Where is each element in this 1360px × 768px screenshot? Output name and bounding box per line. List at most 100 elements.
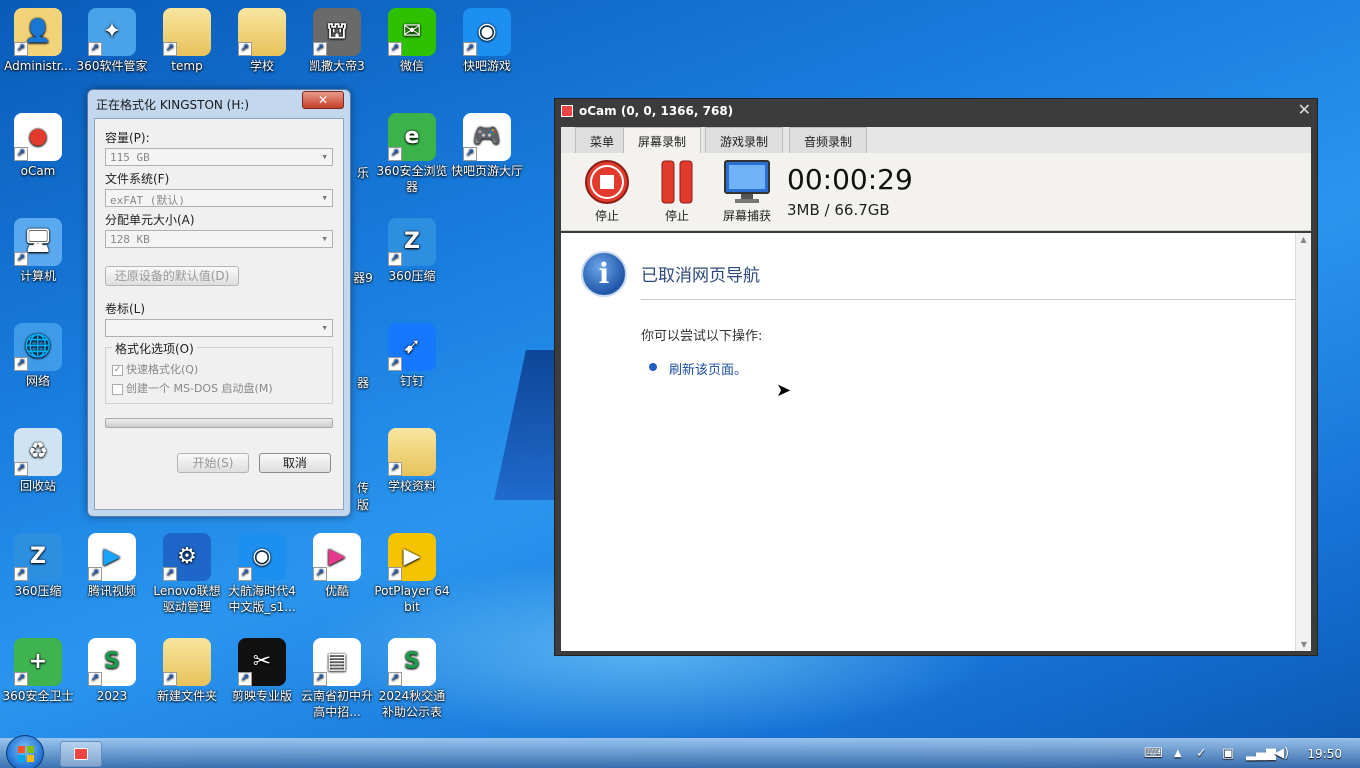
computer-icon: 🖥 ↗: [14, 218, 62, 266]
shortcut-arrow-icon: ↗: [14, 462, 28, 476]
guard360-icon: + ↗: [14, 638, 62, 686]
desktop-icon[interactable]: 🌐 ↗ 网络: [0, 319, 76, 389]
desktop-icon-label: 器9: [353, 271, 373, 285]
capacity-select[interactable]: 115 GB: [105, 148, 333, 166]
youku-icon: ▶ ↗: [313, 533, 361, 581]
ocam-toolbar: 停止 停止 屏幕捕获 00:00:29 3MB / 66.7GB: [561, 153, 1311, 231]
restore-defaults-button[interactable]: 还原设备的默认值(D): [105, 266, 239, 286]
monitor-icon: [723, 159, 771, 205]
shortcut-arrow-icon: ↗: [388, 147, 402, 161]
desktop-icon[interactable]: ✦ ↗ 360软件管家: [74, 4, 150, 74]
tab-game-record[interactable]: 游戏录制: [705, 127, 784, 153]
cancel-button[interactable]: 取消: [258, 453, 331, 473]
wechat-icon: ✉ ↗: [388, 8, 436, 56]
shortcut-arrow-icon: ↗: [88, 567, 102, 581]
scroll-up-icon[interactable]: ▲: [1296, 235, 1311, 244]
screen-capture-button[interactable]: 屏幕捕获: [717, 159, 777, 224]
pause-button[interactable]: 停止: [647, 159, 707, 224]
tencentvideo-icon: ▶ ↗: [88, 533, 136, 581]
kuaiba-icon: ◉ ↗: [463, 8, 511, 56]
desktop-icon[interactable]: e ↗ 360安全浏览器: [374, 109, 450, 195]
desktop-icon[interactable]: 传: [348, 480, 378, 496]
tab-audio-record[interactable]: 音频录制: [789, 127, 868, 153]
volume-input[interactable]: [105, 319, 333, 337]
tab-screen-record[interactable]: 屏幕录制: [623, 127, 702, 153]
stop-record-button[interactable]: 停止: [577, 159, 637, 224]
desktop-icon-label: 360安全浏览器: [376, 164, 448, 194]
scroll-down-icon[interactable]: ▼: [1296, 640, 1312, 649]
desktop-icon[interactable]: ▶ ↗ 腾讯视频: [74, 529, 150, 599]
format-options-title: 格式化选项(O): [112, 340, 197, 357]
windows-logo-icon: [18, 746, 34, 762]
desktop-icon[interactable]: 👤 ↗ Administr...: [0, 4, 76, 74]
desktop-icon[interactable]: 器: [348, 375, 378, 391]
alloc-unit-select[interactable]: 128 KB: [105, 230, 333, 248]
quick-format-label: 快速格式化(Q): [126, 363, 199, 376]
folder-icon: ↗: [388, 428, 436, 476]
network-signal-icon[interactable]: ▂▄▆: [1246, 746, 1276, 761]
desktop-icon[interactable]: ● ↗ oCam: [0, 109, 76, 179]
shortcut-arrow-icon: ↗: [388, 567, 402, 581]
desktop-icon[interactable]: 🖥 ↗ 计算机: [0, 214, 76, 284]
ocam-close-button[interactable]: ✕: [1298, 100, 1311, 119]
desktop-icon-label: 云南省初中升高中招...: [300, 689, 373, 719]
desktop-icon[interactable]: Z ↗ 360压缩: [0, 529, 76, 599]
desktop-icon[interactable]: 器9: [348, 270, 378, 286]
desktop-icon[interactable]: 🎮 ↗ 快吧页游大厅: [449, 109, 525, 179]
capacity-label: 容量(P):: [105, 131, 150, 145]
start-button[interactable]: [6, 735, 44, 768]
stop-label: 停止: [594, 209, 619, 223]
tab-menu[interactable]: 菜单: [575, 127, 630, 153]
desktop-icon-label: 凯撒大帝3: [309, 59, 365, 73]
desktop-icon[interactable]: ◉ ↗ 大航海时代4中文版_s1...: [224, 529, 300, 615]
desktop-icon-label: 大航海时代4中文版_s1...: [228, 584, 296, 614]
volume-icon[interactable]: ◀): [1274, 746, 1289, 761]
desktop-icon[interactable]: ⛫ ↗ 凯撒大帝3: [299, 4, 375, 74]
desktop-icon[interactable]: ✉ ↗ 微信: [374, 4, 450, 74]
bullet-icon: [649, 363, 657, 371]
page-scrollbar[interactable]: ▲ ▼: [1295, 233, 1311, 651]
start-button[interactable]: 开始(S): [177, 453, 249, 473]
desktop-icon[interactable]: ↗ temp: [149, 4, 225, 74]
desktop-icon[interactable]: ♻ ↗ 回收站: [0, 424, 76, 494]
pause-label: 停止: [664, 209, 689, 223]
desktop-icon[interactable]: ▤ ↗ 云南省初中升高中招...: [299, 634, 375, 720]
shortcut-arrow-icon: ↗: [313, 672, 327, 686]
desktop-icon[interactable]: Z ↗ 360压缩: [374, 214, 450, 284]
security-tray-icon[interactable]: ✓: [1196, 746, 1207, 761]
desktop-icon[interactable]: S ↗ 2024秋交通补助公示表: [374, 634, 450, 720]
desktop-icon[interactable]: ◉ ↗ 快吧游戏: [449, 4, 525, 74]
desktop-icon[interactable]: ➹ ↗ 钉钉: [374, 319, 450, 389]
format-dialog: 正在格式化 KINGSTON (H:) ✕ 容量(P): 115 GB 文件系统…: [87, 89, 351, 517]
user-icon: 👤 ↗: [14, 8, 62, 56]
desktop-icon[interactable]: ↗ 学校资料: [374, 424, 450, 494]
taskbar-clock[interactable]: 19:50: [1307, 747, 1342, 761]
ocam-titlebar: oCam (0, 0, 1366, 768) ✕: [555, 99, 1317, 123]
desktop-icon[interactable]: ↗ 新建文件夹: [149, 634, 225, 704]
shortcut-arrow-icon: ↗: [388, 462, 402, 476]
network-icon: 🌐 ↗: [14, 323, 62, 371]
desktop-icon[interactable]: ↗ 学校: [224, 4, 300, 74]
keyboard-icon[interactable]: ⌨: [1144, 746, 1163, 761]
mouse-cursor-icon: ➤: [776, 380, 792, 401]
desktop-icon-label: 360软件管家: [76, 59, 148, 73]
tray-expand-icon[interactable]: ▲: [1174, 748, 1182, 759]
taskbar-ocam-button[interactable]: [60, 741, 102, 767]
usb-device-icon[interactable]: ▣: [1222, 746, 1234, 761]
shortcut-arrow-icon: ↗: [313, 567, 327, 581]
format-dialog-close-button[interactable]: ✕: [302, 91, 344, 109]
desktop-icon[interactable]: 乐: [348, 165, 378, 181]
quick-format-checkbox[interactable]: ✓ 快速格式化(Q): [112, 361, 326, 377]
desktop-icon[interactable]: ▶ ↗ PotPlayer 64 bit: [374, 529, 450, 615]
desktop-icon[interactable]: 版: [348, 497, 378, 513]
format-dialog-body: 容量(P): 115 GB 文件系统(F) exFAT (默认) 分配单元大小(…: [94, 118, 344, 510]
desktop-icon[interactable]: + ↗ 360安全卫士: [0, 634, 76, 704]
msdos-disk-checkbox[interactable]: 创建一个 MS-DOS 启动盘(M): [112, 380, 326, 396]
desktop-icon[interactable]: ▶ ↗ 优酷: [299, 529, 375, 599]
desktop-icon[interactable]: ✂ ↗ 剪映专业版: [224, 634, 300, 704]
desktop-icon[interactable]: ⚙ ↗ Lenovo联想驱动管理: [149, 529, 225, 615]
refresh-page-link[interactable]: 刷新该页面。: [669, 359, 747, 378]
browser-page: i 已取消网页导航 你可以尝试以下操作: 刷新该页面。: [561, 233, 1295, 651]
filesystem-select[interactable]: exFAT (默认): [105, 189, 333, 207]
desktop-icon[interactable]: S ↗ 2023: [74, 634, 150, 704]
